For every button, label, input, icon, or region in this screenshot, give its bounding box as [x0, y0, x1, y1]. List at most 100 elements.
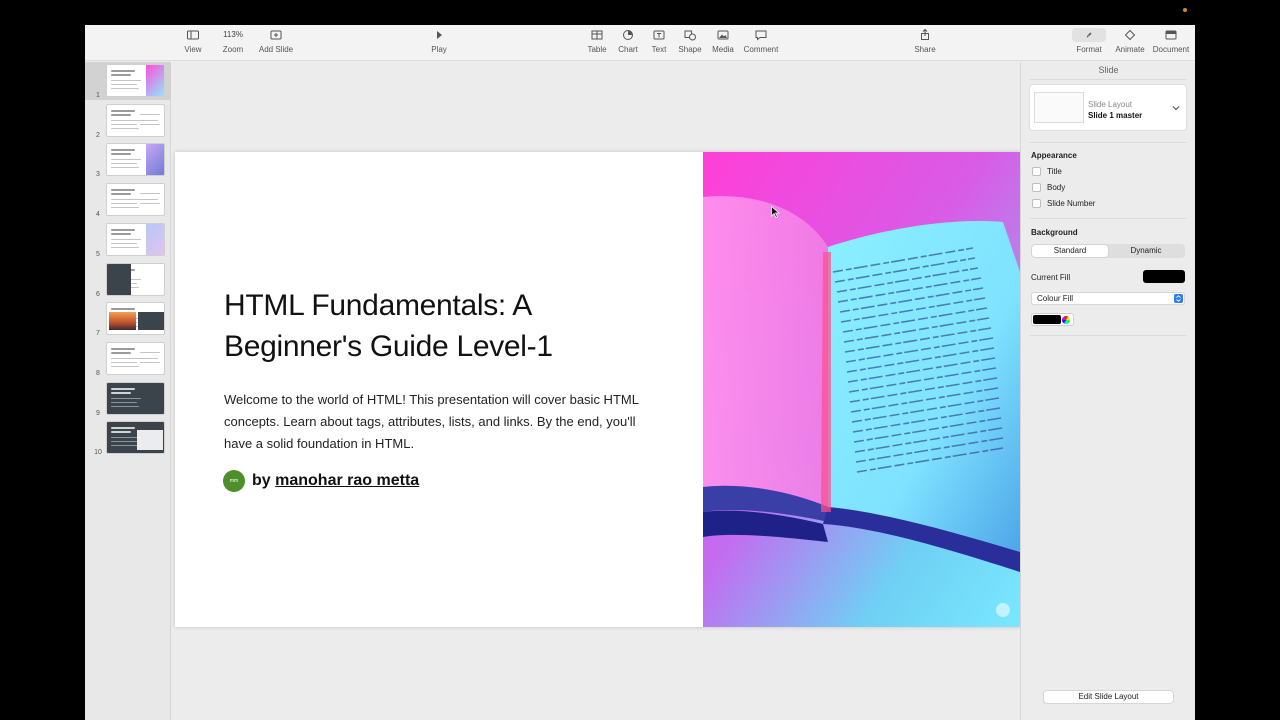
body-checkbox[interactable] [1032, 183, 1041, 192]
current-fill-swatch[interactable] [1143, 270, 1185, 283]
share-button[interactable]: Share [903, 28, 947, 54]
thumbnail-text-line [111, 246, 139, 248]
slide-number: 10 [94, 449, 102, 457]
comment-button[interactable]: Comment [739, 28, 783, 54]
keynote-window: View 113% Zoom Add Slide Play Table Char… [85, 25, 1195, 720]
thumbnail-text-line [111, 113, 131, 116]
slide-layout-selector[interactable]: Slide Layout Slide 1 master [1029, 84, 1187, 131]
animate-button[interactable]: Animate [1108, 28, 1152, 54]
slide-number-checkbox-row[interactable]: Slide Number [1032, 199, 1095, 208]
slide-number: 4 [96, 211, 100, 219]
document-icon [1165, 30, 1177, 40]
thumbnail-text-line [140, 119, 158, 121]
view-button[interactable]: View [171, 28, 215, 54]
slide-layout-value: Slide 1 master [1088, 111, 1143, 120]
format-inspector: Slide Slide Layout Slide 1 master Appear… [1020, 62, 1195, 720]
thumbnail-text-line [111, 238, 141, 240]
slide-thumbnail[interactable] [106, 183, 165, 217]
select-arrows-icon [1174, 294, 1183, 303]
thumbnail-text-line [140, 123, 160, 125]
slide-thumbnail[interactable] [106, 262, 165, 296]
color-well[interactable] [1031, 313, 1074, 326]
thumbnail-text-line [111, 441, 137, 443]
thumbnail-text-line [111, 361, 137, 363]
slide-thumbnail[interactable] [106, 64, 165, 97]
slide-thumbnail-row[interactable]: 3 [85, 141, 171, 179]
fill-type-select[interactable]: Colour Fill [1031, 292, 1185, 305]
table-icon [591, 30, 603, 40]
thumbnail-text-line [140, 193, 160, 195]
author-avatar[interactable]: mm [223, 470, 245, 492]
slide-canvas[interactable]: HTML Fundamentals: A Beginner's Guide Le… [175, 152, 1020, 627]
edit-slide-layout-button[interactable]: Edit Slide Layout [1043, 690, 1174, 704]
animate-icon [1124, 29, 1136, 41]
title-checkbox-row[interactable]: Title [1032, 167, 1062, 176]
thumbnail-text-line [111, 391, 131, 394]
thumbnail-text-line [111, 232, 131, 235]
thumbnail-text-line [111, 199, 141, 201]
thumbnail-text-line [111, 308, 135, 311]
slide-thumbnail[interactable] [106, 302, 165, 336]
slide-thumbnail-row[interactable]: 10 [85, 419, 171, 457]
slide-thumbnail-row[interactable]: 2 [85, 102, 171, 140]
slide-thumbnail-row[interactable]: 8 [85, 340, 171, 378]
share-badge-icon[interactable] [996, 603, 1010, 617]
slide-number-checkbox[interactable] [1032, 199, 1041, 208]
zoom-value: 113% [223, 30, 243, 39]
thumbnail-text-line [111, 445, 139, 447]
thumbnail-text-line [111, 153, 131, 156]
thumbnail-text-line [111, 74, 131, 76]
thumbnail-image [146, 65, 164, 96]
color-swatch [1033, 315, 1061, 324]
slide-thumbnail[interactable] [106, 381, 165, 415]
slide-thumbnail[interactable] [106, 222, 165, 256]
slide-body-text[interactable]: Welcome to the world of HTML! This prese… [224, 389, 664, 455]
thumbnail-text-line [111, 193, 131, 196]
thumbnail-text-line [111, 123, 137, 125]
toolbar: View 113% Zoom Add Slide Play Table Char… [85, 25, 1195, 61]
thumbnail-text-line [111, 365, 139, 367]
color-wheel-icon[interactable] [1062, 316, 1070, 324]
slide-thumbnail-row[interactable]: 9 [85, 380, 171, 418]
format-button[interactable]: Format [1067, 28, 1111, 54]
slide-thumbnail-row[interactable]: 4 [85, 181, 171, 219]
document-button[interactable]: Document [1149, 28, 1193, 54]
thumbnail-text-line [111, 80, 141, 81]
chart-icon [623, 30, 633, 40]
thumbnail-text-line [111, 401, 137, 403]
body-checkbox-row[interactable]: Body [1032, 183, 1065, 192]
play-button[interactable]: Play [417, 28, 461, 54]
media-icon [717, 30, 729, 40]
add-slide-button[interactable]: Add Slide [254, 28, 298, 54]
slide-thumbnail[interactable] [106, 421, 165, 455]
thumbnail-text-line [111, 149, 135, 152]
thumbnail-text-line [111, 347, 135, 350]
slide-number: 8 [96, 369, 100, 377]
slide-thumbnail-row[interactable]: 6 [85, 261, 171, 299]
appearance-heading: Appearance [1031, 151, 1077, 160]
slide-thumbnail[interactable] [106, 103, 165, 137]
slide-number: 5 [96, 250, 100, 258]
slide-thumbnail[interactable] [106, 341, 165, 375]
chevron-down-icon [1172, 106, 1180, 111]
sidebar-icon [187, 30, 199, 40]
title-checkbox[interactable] [1032, 167, 1041, 176]
thumbnail-text-line [111, 207, 139, 209]
author-byline[interactable]: by manohar rao metta [252, 472, 419, 490]
slide-title[interactable]: HTML Fundamentals: A Beginner's Guide Le… [224, 285, 654, 367]
zoom-button[interactable]: 113% Zoom [211, 28, 255, 54]
dynamic-segment[interactable]: Dynamic [1108, 245, 1184, 257]
standard-segment[interactable]: Standard [1032, 245, 1108, 257]
slide-thumbnail-row[interactable]: 7 [85, 300, 171, 338]
divider [1029, 79, 1187, 80]
status-indicator-dot [1183, 8, 1187, 12]
slide-thumbnail-row[interactable]: 5 [85, 221, 171, 259]
thumbnail-text-line [140, 203, 160, 205]
slide-thumbnail[interactable] [106, 143, 165, 177]
author-name-link[interactable]: manohar rao metta [275, 472, 419, 489]
open-book-image[interactable] [703, 152, 1020, 627]
thumbnail-table [137, 430, 163, 451]
thumbnail-text-line [111, 228, 135, 231]
divider [1029, 142, 1187, 143]
slide-thumbnail-row[interactable]: 1 [85, 62, 171, 100]
